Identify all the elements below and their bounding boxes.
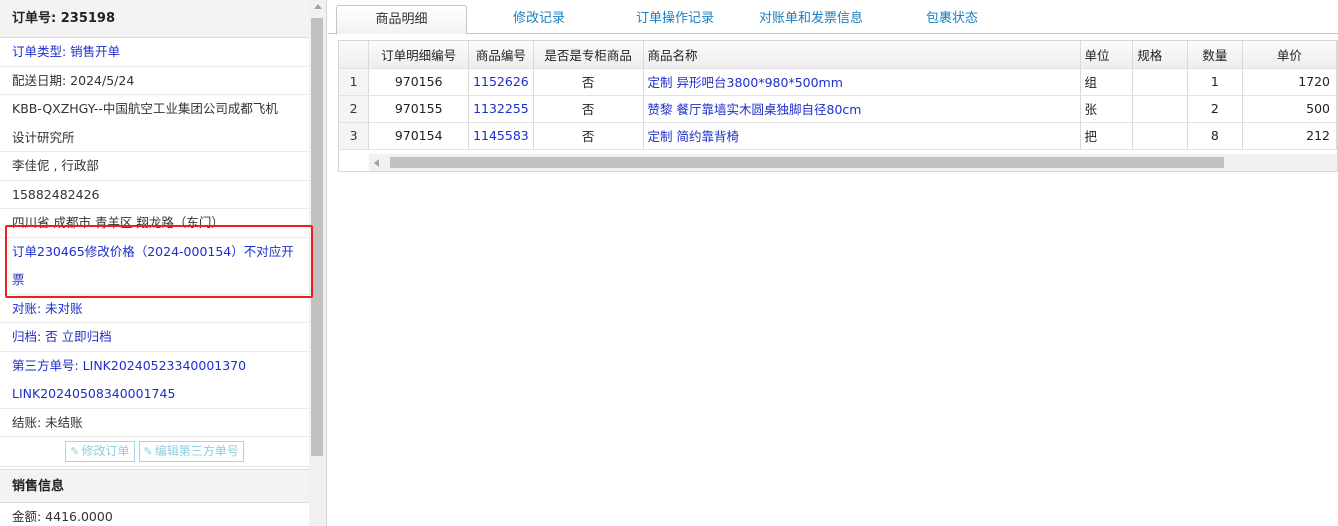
unit: 张: [1080, 95, 1134, 123]
detail-id: 970156: [368, 68, 470, 96]
order-remark-line2[interactable]: 票: [0, 266, 309, 295]
is-counter: 否: [533, 68, 644, 96]
detail-area: 商品明细 修改记录 订单操作记录 对账单和发票信息 包裹状态 订单明细编号 商品…: [328, 0, 1338, 526]
header-product-name[interactable]: 商品名称: [643, 41, 1081, 69]
header-quantity[interactable]: 数量: [1187, 41, 1243, 69]
unit: 组: [1080, 68, 1134, 96]
horizontal-scrollbar-thumb[interactable]: [390, 157, 1224, 168]
tab-package-status[interactable]: 包裹状态: [902, 5, 1002, 35]
header-spec[interactable]: 规格: [1132, 41, 1188, 69]
customer-name-line1: KBB-QXZHGY--中国航空工业集团公司成都飞机: [12, 101, 278, 116]
spec: [1132, 95, 1188, 123]
header-product-id[interactable]: 商品编号: [468, 41, 534, 69]
quantity: 8: [1187, 122, 1243, 150]
header-unit[interactable]: 单位: [1080, 41, 1134, 69]
detail-tabs: 商品明细 修改记录 订单操作记录 对账单和发票信息 包裹状态: [328, 0, 1338, 35]
scrollbar-thumb[interactable]: [311, 18, 323, 456]
third-party-no-1[interactable]: 第三方单号: LINK20240523340001370: [0, 352, 309, 381]
row-number: 2: [339, 95, 370, 123]
product-id-link[interactable]: 1152626: [468, 68, 534, 96]
row-number: 3: [339, 122, 370, 150]
settlement-status: 结账: 未结账: [0, 409, 309, 437]
is-counter: 否: [533, 95, 644, 123]
product-name-link[interactable]: 定制 简约靠背椅: [643, 122, 1081, 150]
spec: [1132, 122, 1188, 150]
quantity: 2: [1187, 95, 1243, 123]
edit-icon: ✎: [70, 445, 80, 458]
unit-price: 212: [1242, 122, 1337, 150]
scroll-up-arrow-icon[interactable]: [314, 4, 322, 9]
product-detail-grid: 订单明细编号 商品编号 是否是专柜商品 商品名称 单位 规格 数量 单价 1 9…: [338, 40, 1338, 172]
order-type[interactable]: 订单类型: 销售开单: [0, 38, 309, 67]
edit-third-party-button[interactable]: ✎ 编辑第三方单号: [138, 441, 244, 462]
table-header-row: 订单明细编号 商品编号 是否是专柜商品 商品名称 单位 规格 数量 单价: [339, 41, 1337, 69]
delivery-address: 四川省 成都市 青羊区 翔龙路（东门）: [0, 209, 309, 238]
reconcile-status[interactable]: 对账: 未对账: [0, 295, 309, 323]
customer-name-line2: 设计研究所: [0, 124, 309, 152]
tab-product-details[interactable]: 商品明细: [336, 5, 467, 35]
unit-price: 500: [1242, 95, 1337, 123]
tab-modify-records[interactable]: 修改记录: [488, 5, 590, 35]
product-table: 订单明细编号 商品编号 是否是专柜商品 商品名称 单位 规格 数量 单价 1 9…: [339, 41, 1337, 150]
product-id-link[interactable]: 1145583: [468, 122, 534, 150]
order-number-header: 订单号: 235198: [0, 0, 309, 38]
table-row[interactable]: 2 970155 1132255 否 赞黎 餐厅靠墙实木圆桌独脚自径80cm 张…: [339, 95, 1337, 123]
product-id-link[interactable]: 1132255: [468, 95, 534, 123]
contact-person: 李佳伲 , 行政部: [0, 152, 309, 181]
order-info-panel: 订单号: 235198 订单类型: 销售开单 配送日期: 2024/5/24 K…: [0, 0, 327, 526]
edit-icon: ✎: [143, 445, 153, 458]
archive-status[interactable]: 归档: 否 立即归档: [0, 323, 309, 352]
tab-statement-invoice[interactable]: 对账单和发票信息: [746, 5, 876, 35]
detail-id: 970155: [368, 95, 470, 123]
header-unit-price[interactable]: 单价: [1242, 41, 1337, 69]
table-horizontal-scrollbar[interactable]: [369, 154, 1337, 171]
header-rownum: [339, 41, 370, 69]
scroll-left-arrow-icon[interactable]: [374, 159, 379, 167]
header-is-counter[interactable]: 是否是专柜商品: [533, 41, 644, 69]
order-action-buttons: ✎ 修改订单 ✎ 编辑第三方单号: [0, 437, 309, 467]
quantity: 1: [1187, 68, 1243, 96]
modify-order-button[interactable]: ✎ 修改订单: [65, 441, 135, 462]
sales-info-header: 销售信息: [0, 469, 309, 503]
header-detail-id[interactable]: 订单明细编号: [368, 41, 470, 69]
table-row[interactable]: 1 970156 1152626 否 定制 异形吧台3800*980*500mm…: [339, 68, 1337, 96]
product-name-link[interactable]: 定制 异形吧台3800*980*500mm: [643, 68, 1081, 96]
is-counter: 否: [533, 122, 644, 150]
row-number: 1: [339, 68, 370, 96]
tab-order-operation-records[interactable]: 订单操作记录: [620, 5, 730, 35]
order-remark-line1[interactable]: 订单230465修改价格（2024-000154）不对应开: [0, 238, 309, 267]
spec: [1132, 68, 1188, 96]
sales-amount: 金额: 4416.0000: [0, 503, 309, 526]
unit-price: 1720: [1242, 68, 1337, 96]
modify-order-label: 修改订单: [81, 444, 130, 458]
third-party-no-2[interactable]: LINK20240508340001745: [0, 380, 309, 409]
product-name-link[interactable]: 赞黎 餐厅靠墙实木圆桌独脚自径80cm: [643, 95, 1081, 123]
order-info-content: 订单号: 235198 订单类型: 销售开单 配送日期: 2024/5/24 K…: [0, 0, 309, 526]
contact-phone: 15882482426: [0, 181, 309, 209]
left-panel-scrollbar[interactable]: [309, 0, 326, 526]
unit: 把: [1080, 122, 1134, 150]
table-row[interactable]: 3 970154 1145583 否 定制 简约靠背椅 把 8 212: [339, 122, 1337, 150]
detail-id: 970154: [368, 122, 470, 150]
edit-third-party-label: 编辑第三方单号: [154, 444, 239, 458]
delivery-date: 配送日期: 2024/5/24: [0, 67, 309, 95]
